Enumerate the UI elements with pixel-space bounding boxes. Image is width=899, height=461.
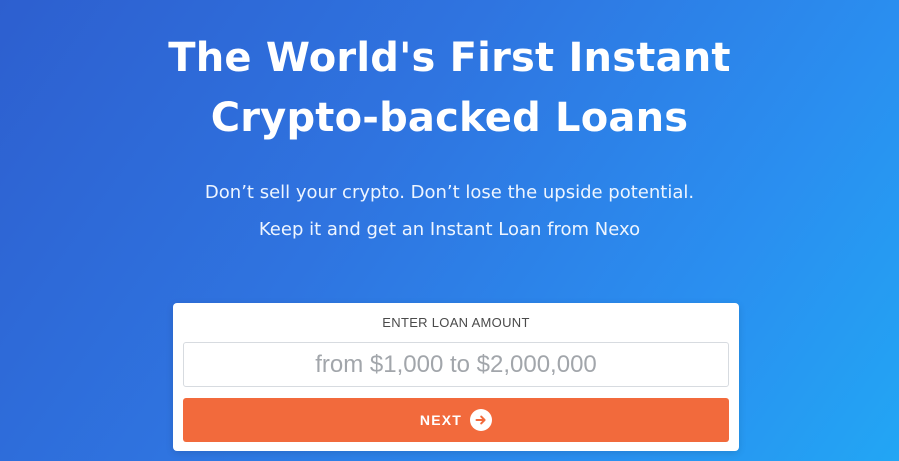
hero-subtitle: Don’t sell your crypto. Don’t lose the u… xyxy=(0,174,899,248)
hero-section: The World's First Instant Crypto-backed … xyxy=(0,0,899,461)
arrow-right-circle-icon xyxy=(470,409,493,431)
loan-amount-label: ENTER LOAN AMOUNT xyxy=(382,315,530,330)
page-title: The World's First Instant Crypto-backed … xyxy=(0,28,899,148)
hero-subtitle-line-2: Keep it and get an Instant Loan from Nex… xyxy=(258,219,641,240)
page-title-line-2: Crypto-backed Loans xyxy=(210,95,689,141)
next-button-label: NEXT xyxy=(419,412,463,428)
page-title-line-1: The World's First Instant xyxy=(168,35,731,81)
loan-amount-card: ENTER LOAN AMOUNT NEXT xyxy=(173,303,739,451)
next-button[interactable]: NEXT xyxy=(183,398,729,442)
hero-subtitle-line-1: Don’t sell your crypto. Don’t lose the u… xyxy=(204,182,695,203)
loan-amount-input[interactable] xyxy=(183,342,729,387)
